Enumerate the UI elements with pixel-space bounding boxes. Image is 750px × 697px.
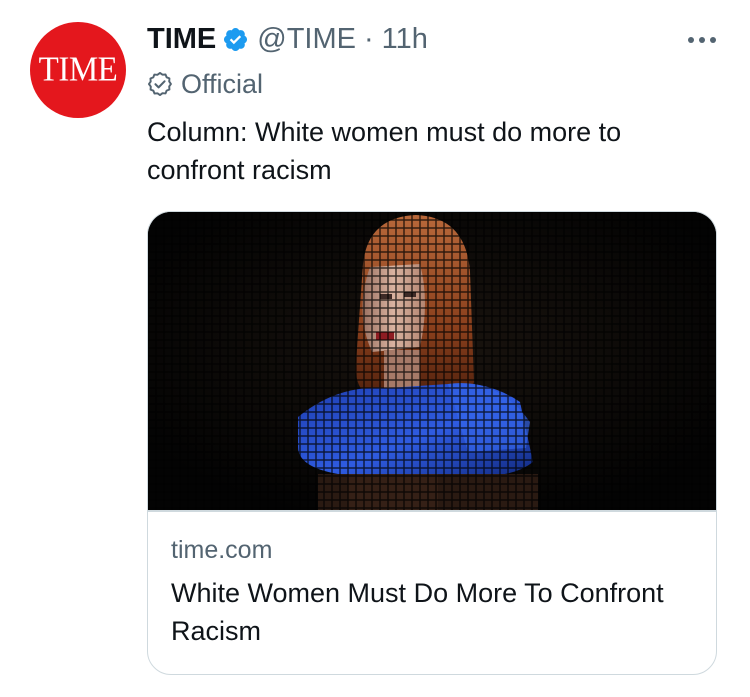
verified-badge-icon [222,26,249,53]
official-label-row: Official [147,66,263,102]
timestamp[interactable]: 11h [382,20,428,58]
card-domain: time.com [171,536,273,564]
card-image[interactable] [148,212,716,510]
avatar[interactable]: TIME [30,22,126,118]
time-logo: TIME [38,50,118,89]
more-options-icon[interactable] [682,22,722,58]
separator-dot: · [364,23,374,55]
official-check-icon [147,71,173,97]
link-card[interactable]: time.com White Women Must Do More To Con… [147,211,717,675]
user-handle[interactable]: @TIME [257,20,356,58]
card-title[interactable]: White Women Must Do More To Confront Rac… [171,574,701,650]
official-label: Official [181,69,264,99]
tweet-text: Column: White women must do more to conf… [147,117,622,185]
tweet-header: TIME @TIME · 11h [147,20,428,58]
card-divider [148,510,716,512]
display-name[interactable]: TIME [147,20,216,58]
